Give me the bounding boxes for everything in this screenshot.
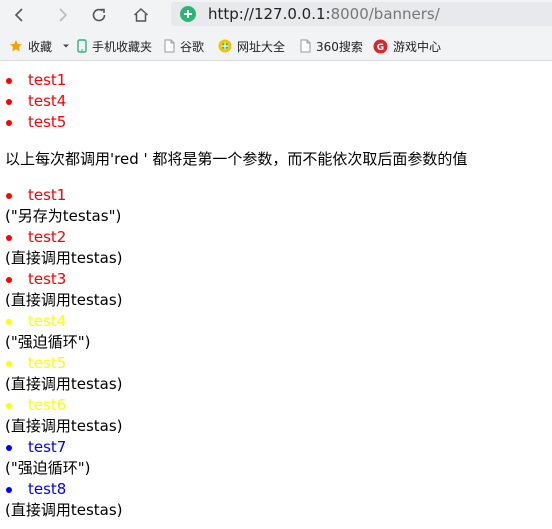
bookmark-google[interactable]: 谷歌 bbox=[164, 37, 204, 55]
bookmark-label: 收藏 bbox=[28, 39, 53, 54]
list-bullet bbox=[6, 235, 12, 241]
list-bullet bbox=[6, 277, 12, 283]
home-button[interactable] bbox=[128, 2, 154, 28]
list-item-note: (直接调用testas) bbox=[5, 417, 123, 435]
bookmark-360-search[interactable]: 360搜索 bbox=[300, 37, 363, 55]
list-item: test7 bbox=[28, 438, 67, 456]
forward-arrow-icon bbox=[59, 8, 68, 22]
list-item-note: (直接调用testas) bbox=[5, 291, 123, 309]
explanation-text: 以上每次都调用'red ' 都将是第一个参数，而不能依次取后面参数的值 bbox=[5, 150, 468, 168]
reload-button[interactable] bbox=[86, 2, 112, 28]
list-item-note: ("强迫循环") bbox=[5, 459, 91, 477]
list-bullet bbox=[6, 319, 12, 325]
bookmark-game-center[interactable]: G 游戏中心 bbox=[373, 37, 441, 55]
list-item: test2 bbox=[28, 228, 67, 246]
list-item-note: ("强迫循环") bbox=[5, 333, 91, 351]
list-item-note: (直接调用testas) bbox=[5, 249, 123, 267]
list-bullet bbox=[6, 193, 12, 199]
svg-text:G: G bbox=[377, 43, 384, 53]
list-item: test5 bbox=[28, 113, 67, 131]
phone-icon bbox=[77, 39, 87, 53]
list-item-note: (直接调用testas) bbox=[5, 501, 123, 519]
list-bullet bbox=[6, 445, 12, 451]
bookmark-site-directory[interactable]: 网址大全 bbox=[218, 37, 285, 55]
list-item: test4 bbox=[28, 92, 67, 110]
url-text[interactable]: http://127.0.0.1:8000/banners/ bbox=[208, 4, 440, 24]
list-bullet bbox=[6, 487, 12, 493]
page-icon bbox=[300, 39, 311, 53]
list-item: test1 bbox=[28, 71, 67, 89]
list-item-note: ("另存为testas") bbox=[5, 207, 122, 225]
list-bullet bbox=[6, 403, 12, 409]
page-content: test1 test4 test5 以上每次都调用'red ' 都将是第一个参数… bbox=[0, 61, 552, 529]
globe-icon bbox=[218, 39, 232, 53]
star-icon bbox=[10, 40, 22, 52]
navigation-bar: http://127.0.0.1:8000/banners/ bbox=[0, 0, 552, 30]
shield-icon bbox=[180, 6, 196, 22]
bookmark-label: 网址大全 bbox=[237, 39, 286, 54]
page-icon bbox=[164, 39, 175, 53]
browser-chrome: http://127.0.0.1:8000/banners/ 收藏 手机收藏夹 bbox=[0, 0, 552, 61]
list-bullet bbox=[6, 120, 12, 126]
list-item: test5 bbox=[28, 354, 67, 372]
list-bullet bbox=[6, 99, 12, 105]
bookmark-mobile[interactable]: 手机收藏夹 bbox=[77, 37, 152, 55]
reload-icon bbox=[92, 8, 106, 22]
home-icon bbox=[133, 7, 149, 22]
bookmark-label: 游戏中心 bbox=[393, 39, 442, 54]
list-item: test4 bbox=[28, 312, 67, 330]
url-host: http://127.0.0.1: bbox=[208, 5, 331, 23]
back-arrow-icon bbox=[14, 8, 23, 22]
bookmark-label: 手机收藏夹 bbox=[92, 39, 153, 54]
back-button[interactable] bbox=[7, 2, 33, 28]
list-item: test3 bbox=[28, 270, 67, 288]
url-path: 8000/banners/ bbox=[330, 5, 440, 23]
address-bar[interactable]: http://127.0.0.1:8000/banners/ bbox=[171, 2, 552, 26]
chevron-down-icon[interactable] bbox=[62, 42, 70, 50]
list-bullet bbox=[6, 78, 12, 84]
bookmarks-bar: 收藏 手机收藏夹 谷歌 网址大全 360搜索 G 游戏中心 bbox=[0, 35, 552, 57]
list-item: test8 bbox=[28, 480, 67, 498]
list-item-note: (直接调用testas) bbox=[5, 375, 123, 393]
forward-button[interactable] bbox=[49, 2, 75, 28]
list-item: test6 bbox=[28, 396, 67, 414]
list-item: test1 bbox=[28, 186, 67, 204]
bookmark-label: 谷歌 bbox=[180, 39, 205, 54]
bookmark-favorites[interactable]: 收藏 bbox=[9, 37, 70, 55]
list-bullet bbox=[6, 361, 12, 367]
bookmark-label: 360搜索 bbox=[316, 39, 363, 54]
game-icon: G bbox=[373, 39, 388, 53]
